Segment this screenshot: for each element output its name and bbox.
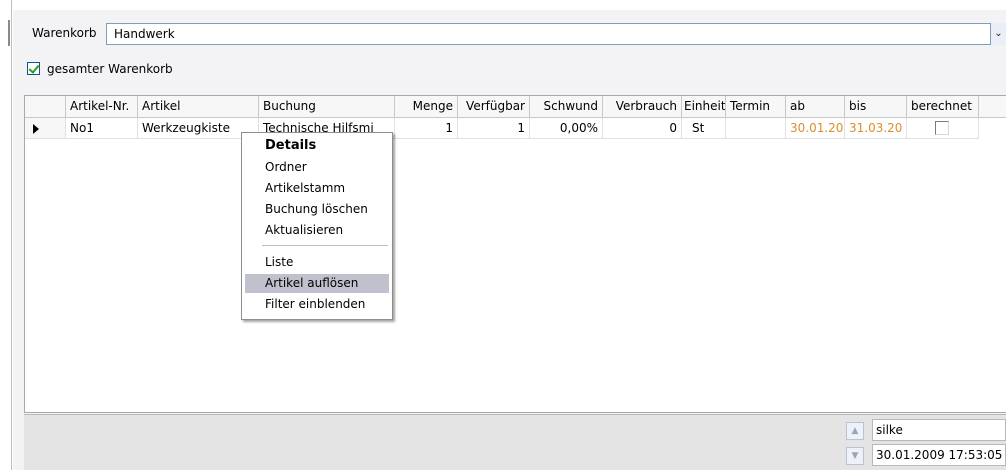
cell-menge[interactable]: 1 (395, 118, 458, 139)
cell-verbrauch[interactable]: 0 (603, 118, 682, 139)
menu-item-artikelstamm[interactable]: Artikelstamm (245, 179, 389, 198)
cell-schwund[interactable]: 0,00% (530, 118, 603, 139)
warenkorb-selected-value: Handwerk (114, 27, 175, 41)
col-header-verfuegbar[interactable]: Verfügbar (458, 96, 530, 118)
row-header-corner (25, 96, 66, 118)
current-row-arrow-icon (33, 124, 39, 134)
cell-artikel-nr[interactable]: No1 (66, 118, 138, 139)
menu-item-aktualisieren[interactable]: Aktualisieren (245, 221, 389, 240)
row-selector[interactable] (25, 118, 66, 139)
col-header-menge[interactable]: Menge (395, 96, 458, 118)
col-header-einheit[interactable]: Einheit (682, 96, 726, 118)
col-header-buchung[interactable]: Buchung (259, 96, 395, 118)
cell-bis[interactable]: 31.03.20 (845, 118, 907, 139)
gesamter-warenkorb-label: gesamter Warenkorb (47, 62, 173, 76)
chevron-down-icon[interactable]: ⌄ (990, 23, 1006, 45)
status-user: silke (872, 419, 1006, 441)
scroll-up-icon[interactable]: ▲ (846, 422, 864, 440)
menu-item-artikel-aufloesen[interactable]: Artikel auflösen (245, 274, 389, 293)
col-header-termin[interactable]: Termin (726, 96, 786, 118)
menu-item-filter-einblenden[interactable]: Filter einblenden (245, 295, 389, 314)
menu-item-liste[interactable]: Liste (245, 253, 389, 272)
menu-item-details[interactable]: Details (245, 136, 389, 155)
scroll-down-icon[interactable]: ▼ (846, 447, 864, 465)
context-menu: Details Ordner Artikelstamm Buchung lösc… (241, 132, 393, 320)
left-panel-edge (0, 0, 12, 470)
left-panel-grip[interactable] (8, 20, 12, 46)
col-header-bis[interactable]: bis (845, 96, 907, 118)
header-filler (979, 96, 1006, 118)
status-area: ▲ ▼ silke 30.01.2009 17:53:05 (24, 414, 1006, 470)
col-header-artikel-nr[interactable]: Artikel-Nr. (66, 96, 138, 118)
menu-item-buchung-loeschen[interactable]: Buchung löschen (245, 200, 389, 219)
berechnet-checkbox[interactable] (935, 121, 949, 135)
cell-verfuegbar[interactable]: 1 (458, 118, 530, 139)
col-header-berechnet[interactable]: berechnet (907, 96, 979, 118)
menu-separator (262, 245, 388, 246)
col-header-artikel[interactable]: Artikel (138, 96, 259, 118)
cell-einheit[interactable]: St (682, 118, 726, 139)
gesamter-warenkorb-checkbox[interactable] (27, 62, 40, 75)
col-header-schwund[interactable]: Schwund (530, 96, 603, 118)
status-timestamp: 30.01.2009 17:53:05 (872, 444, 1006, 466)
col-header-verbrauch[interactable]: Verbrauch (603, 96, 682, 118)
cell-ab[interactable]: 30.01.20 (786, 118, 845, 139)
warenkorb-select[interactable]: Handwerk ⌄ (106, 23, 1006, 45)
col-header-ab[interactable]: ab (786, 96, 845, 118)
article-grid[interactable]: Artikel-Nr. Artikel Buchung Menge Verfüg… (24, 95, 1006, 413)
cell-berechnet[interactable] (907, 118, 979, 139)
menu-item-ordner[interactable]: Ordner (245, 158, 389, 177)
warenkorb-label: Warenkorb (32, 26, 97, 40)
cell-termin[interactable] (726, 118, 786, 139)
top-strip (13, 0, 1006, 10)
